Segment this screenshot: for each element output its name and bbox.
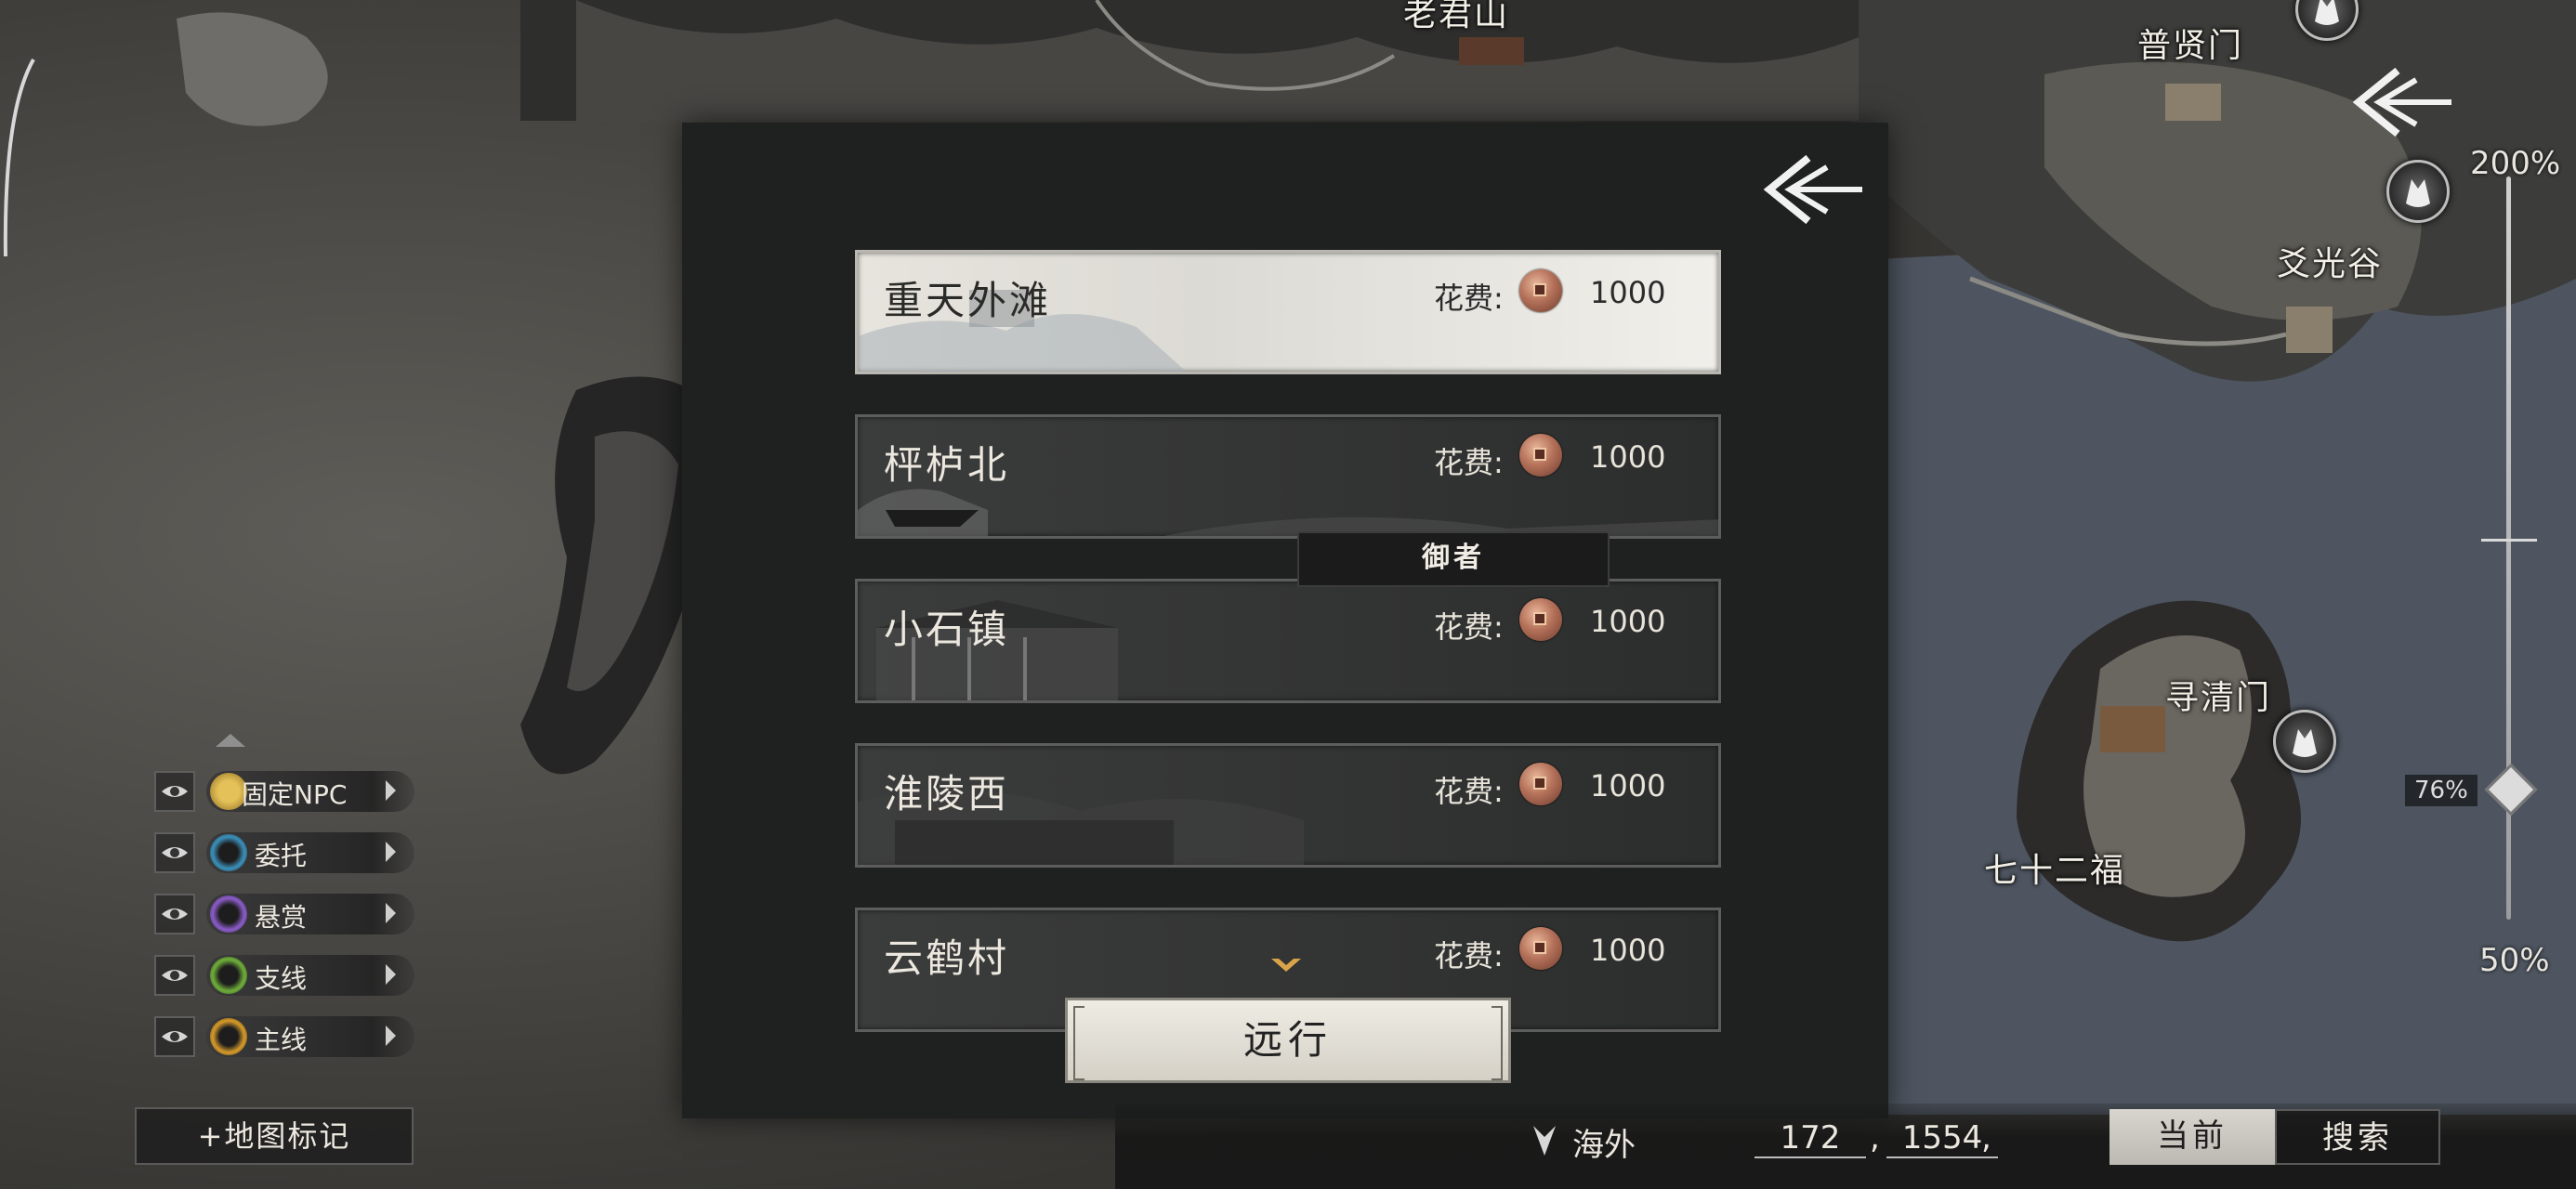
copper-coin-icon — [1519, 927, 1562, 970]
eye-toggle-icon[interactable] — [154, 771, 195, 812]
eye-toggle-icon[interactable] — [154, 955, 195, 996]
scroll-down-chevron-icon[interactable] — [1269, 957, 1303, 975]
region-pin-icon — [1533, 1126, 1556, 1156]
destination-name: 淮陵西 — [884, 771, 1010, 817]
destination-name: 重天外滩 — [884, 278, 1052, 323]
filter-label: 支线 — [255, 963, 308, 994]
copper-coin-icon — [1519, 598, 1562, 641]
travel-button[interactable]: 远行 — [1065, 998, 1511, 1083]
filter-row-commission: 委托 — [154, 832, 414, 881]
copper-coin-icon — [1519, 763, 1562, 805]
chevron-right-icon — [386, 903, 396, 923]
tab-search[interactable]: 搜索 — [2275, 1109, 2440, 1165]
filter-commission[interactable]: 委托 — [206, 832, 414, 873]
cost-label: 花费: — [1434, 609, 1504, 645]
region-name: 海外 — [1572, 1127, 1636, 1164]
cost-label: 花费: — [1434, 281, 1504, 316]
chevron-right-icon — [386, 780, 396, 801]
destination-item[interactable]: 重天外滩 花费: 1000 — [855, 250, 1721, 374]
zoom-mid-tick — [2481, 539, 2537, 542]
chevron-right-icon — [386, 964, 396, 985]
zoom-max-label: 200% — [2470, 145, 2561, 182]
filter-label: 委托 — [255, 841, 308, 871]
zoom-current-label: 76% — [2405, 775, 2477, 806]
cost-value: 1000 — [1590, 768, 1666, 804]
filter-row-bounty: 悬赏 — [154, 894, 414, 942]
filter-row-npc: 固定NPC — [154, 771, 414, 819]
destination-list[interactable]: 重天外滩 花费: 1000 枰栌北 花费: 1000 小石镇 花费: 1000 … — [855, 250, 1721, 1072]
cost-label: 花费: — [1434, 774, 1504, 809]
chevron-right-icon — [386, 1026, 396, 1046]
commission-marker-icon — [210, 834, 247, 871]
map-label-qishierfu[interactable]: 七十二福 — [1984, 843, 2125, 892]
eye-toggle-icon[interactable] — [154, 832, 195, 873]
map-label-yaoguang[interactable]: 爻光谷 — [2277, 237, 2383, 285]
cost-value: 1000 — [1590, 604, 1666, 639]
copper-coin-icon — [1519, 434, 1562, 477]
cost-value: 1000 — [1590, 933, 1666, 968]
filter-label: 主线 — [255, 1025, 308, 1055]
cost-label: 花费: — [1434, 445, 1504, 480]
bounty-marker-icon — [210, 895, 247, 933]
main-quest-marker-icon — [210, 1018, 247, 1055]
map-back-arrow-icon[interactable] — [2351, 65, 2453, 139]
dialog-back-arrow-icon[interactable] — [1762, 152, 1864, 227]
map-label-laojun[interactable]: 老君山 — [1403, 0, 1509, 35]
filter-main-quest[interactable]: 主线 — [206, 1016, 414, 1057]
faction-wolf-icon[interactable] — [2273, 710, 2336, 773]
legend-collapse-arrow-icon[interactable] — [216, 734, 245, 747]
destination-item[interactable]: 枰栌北 花费: 1000 — [855, 414, 1721, 539]
cost-value: 1000 — [1590, 275, 1666, 310]
copper-coin-icon — [1519, 269, 1562, 312]
side-quest-marker-icon — [210, 957, 247, 994]
coord-separator: , — [1981, 1119, 1991, 1156]
eye-toggle-icon[interactable] — [154, 894, 195, 934]
filter-side-quest[interactable]: 支线 — [206, 955, 414, 996]
filter-row-side-quest: 支线 — [154, 955, 414, 1003]
add-map-marker-button[interactable]: +地图标记 — [135, 1107, 414, 1165]
destination-name: 云鹤村 — [884, 935, 1010, 981]
map-label-xunqing[interactable]: 寻清门 — [2165, 671, 2271, 719]
chevron-right-icon — [386, 842, 396, 862]
destination-name: 小石镇 — [884, 607, 1010, 652]
tab-current[interactable]: 当前 — [2109, 1109, 2275, 1165]
faction-wolf-icon[interactable] — [2386, 160, 2450, 223]
filter-label: 固定NPC — [242, 779, 348, 810]
filter-bounty[interactable]: 悬赏 — [206, 894, 414, 934]
driver-tag[interactable]: 御者 — [1297, 531, 1610, 587]
filter-label: 悬赏 — [255, 902, 308, 933]
filter-row-main-quest: 主线 — [154, 1016, 414, 1065]
coord-separator: , — [1870, 1119, 1880, 1156]
edge-arc-decoration — [3, 59, 35, 257]
faction-wolf-icon[interactable] — [2295, 0, 2359, 41]
cost-label: 花费: — [1434, 938, 1504, 973]
filter-npc[interactable]: 固定NPC — [206, 771, 414, 812]
destination-name: 枰栌北 — [884, 442, 1010, 488]
map-label-puxian[interactable]: 普贤门 — [2137, 19, 2243, 67]
eye-toggle-icon[interactable] — [154, 1016, 195, 1057]
destination-item[interactable]: 小石镇 花费: 1000 — [855, 579, 1721, 703]
destination-item[interactable]: 淮陵西 花费: 1000 — [855, 743, 1721, 868]
coord-x-field[interactable]: 172 — [1755, 1119, 1866, 1158]
zoom-min-label: 50% — [2479, 942, 2550, 979]
cost-value: 1000 — [1590, 439, 1666, 475]
